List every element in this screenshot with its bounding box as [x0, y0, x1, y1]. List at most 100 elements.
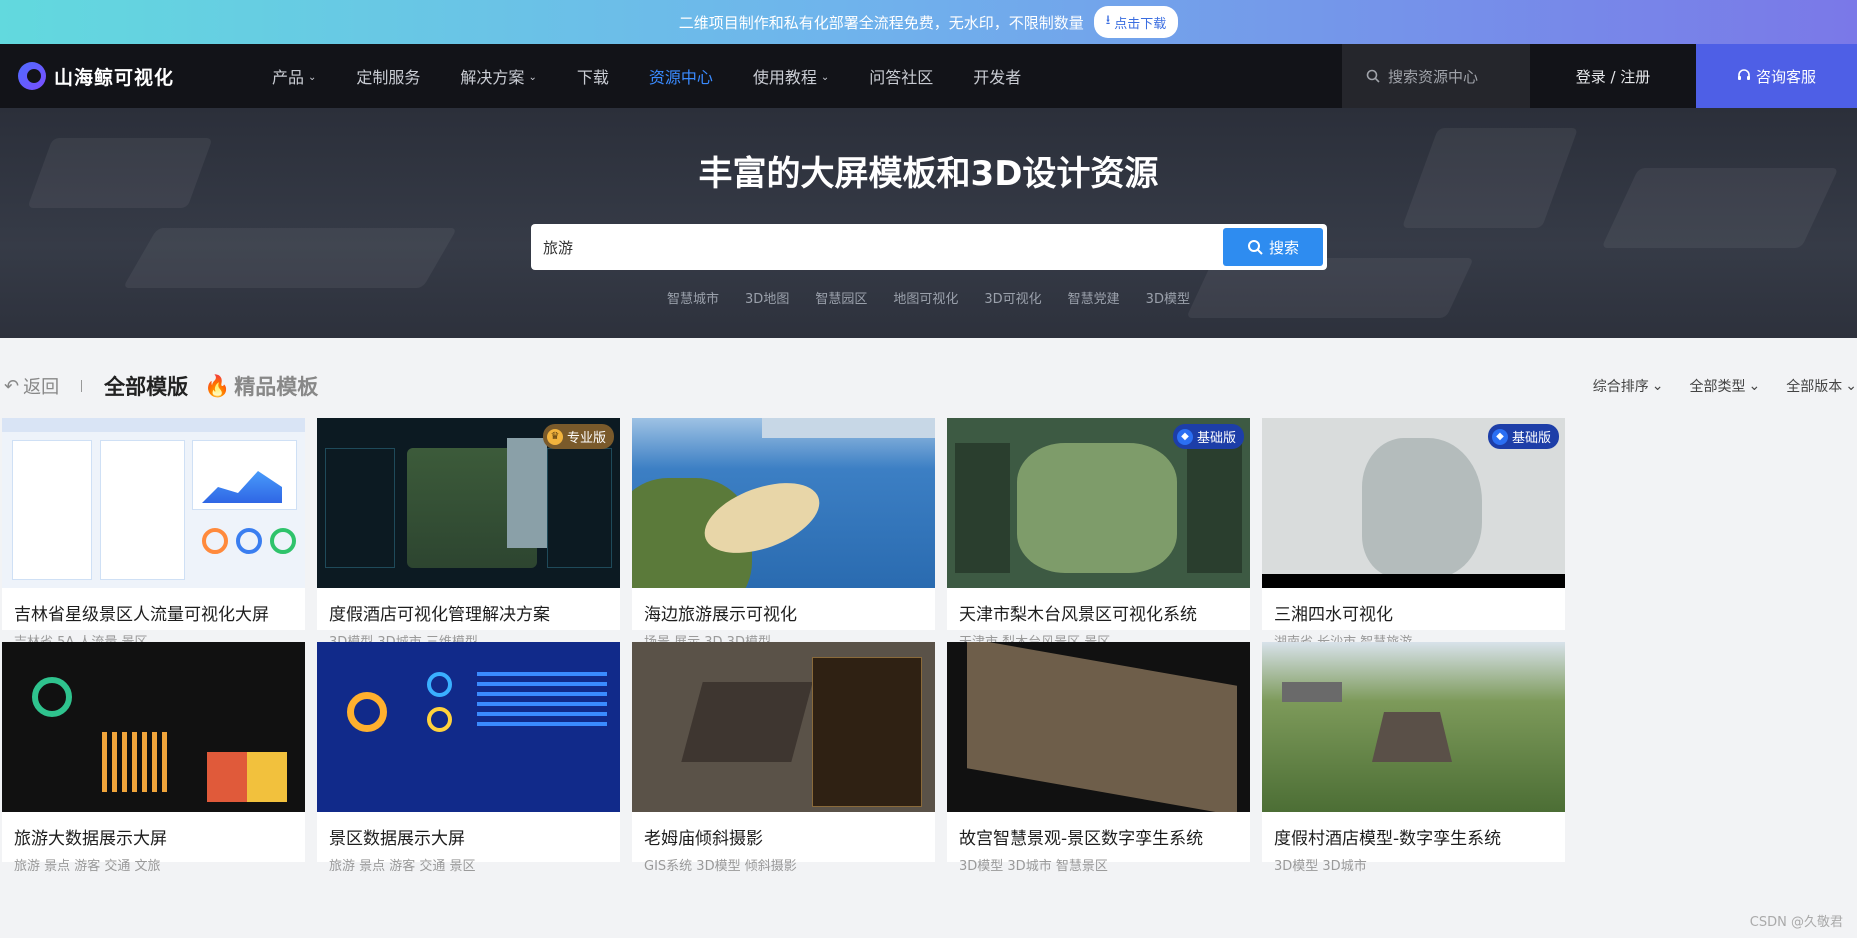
nav-item-label: 问答社区 [869, 68, 934, 87]
template-card[interactable]: 吉林省星级景区人流量可视化大屏吉林省 5A 人流量 景区 [2, 418, 305, 650]
search-icon [1247, 240, 1263, 255]
sort-dropdowns: 综合排序 ⌄ 全部类型 ⌄ 全部版本 ⌄ [1593, 376, 1857, 396]
template-card[interactable]: 故宫智慧景观-景区数字孪生系统 3D模型 3D城市 智慧景区 [947, 642, 1250, 874]
hot-tag[interactable]: 3D地图 [745, 288, 789, 307]
template-title: 度假村酒店模型-数字孪生系统 [1274, 829, 1502, 849]
template-title: 老姆庙倾斜摄影 [644, 829, 763, 849]
hot-tag[interactable]: 3D可视化 [984, 288, 1041, 307]
template-card[interactable]: 旅游大数据展示大屏旅游 景点 游客 交通 文旅 [2, 642, 305, 874]
template-card[interactable]: ◆基础版三湘四水可视化湖南省 长沙市 智慧旅游 [1262, 418, 1565, 650]
promo-text: 二维项目制作和私有化部署全流程免费，无水印，不限制数量 [678, 13, 1084, 32]
template-card[interactable]: 海边旅游展示可视化场景 展示 3D 3D模型 [632, 418, 935, 650]
headset-icon [1737, 69, 1750, 80]
chevron-down-icon: ⌄ [820, 71, 830, 83]
crown-icon: ♛ [546, 428, 563, 445]
sort-dropdown-2[interactable]: 全部版本 ⌄ [1786, 376, 1857, 396]
fire-icon: 🔥 [204, 373, 231, 398]
hot-tag[interactable]: 智慧城市 [667, 288, 719, 307]
template-tags: 旅游 景点 游客 交通 景区 [329, 859, 476, 874]
nav-item-5[interactable]: 使用教程 ⌄ [753, 64, 829, 88]
template-title: 吉林省星级景区人流量可视化大屏 [14, 605, 269, 625]
promo-banner: 二维项目制作和私有化部署全流程免费，无水印，不限制数量 ⭳ 点击下载 [0, 0, 1857, 44]
download-button-label: 点击下载 [1114, 16, 1167, 32]
template-title: 景区数据展示大屏 [329, 829, 465, 849]
main-menu: 产品 ⌄ 定制服务 解决方案 ⌄ 下载 资源中心 使用教程 ⌄ 问答社区 开发者 [272, 44, 1061, 108]
resource-search: 搜索 [531, 224, 1327, 270]
login-link[interactable]: 登录 / 注册 [1530, 44, 1696, 108]
nav-item-label: 开发者 [973, 68, 1022, 87]
template-card[interactable]: ♛专业版度假酒店可视化管理解决方案3D模型 3D城市 三维模型 [317, 418, 620, 650]
logo[interactable]: 山海鲸可视化 [18, 62, 248, 90]
version-badge: ♛ 专业版 [542, 424, 614, 449]
chevron-down-icon: ⌄ [1748, 378, 1761, 394]
nav-item-label: 下载 [576, 68, 609, 87]
sort-dropdown-label: 全部类型 [1689, 379, 1746, 395]
version-badge-label: 基础版 [1511, 431, 1551, 446]
hot-tag[interactable]: 地图可视化 [893, 288, 958, 307]
search-button[interactable]: 搜索 [1223, 228, 1323, 266]
top-nav: 山海鲸可视化 产品 ⌄ 定制服务 解决方案 ⌄ 下载 资源中心 使用教程 ⌄ 问答社区 开发者 搜索… [0, 44, 1857, 108]
template-tags: 3D模型 3D城市 智慧景区 [959, 859, 1108, 874]
hero-section: 丰富的大屏模板和3D设计资源 搜索 智慧城市 3D地图 智慧园区 地图可视化 3D可视化… [0, 108, 1857, 338]
version-badge: ◆ 基础版 [1487, 424, 1559, 449]
search-icon [1366, 69, 1380, 83]
logo-icon [18, 62, 46, 90]
hot-tag[interactable]: 智慧党建 [1068, 288, 1120, 307]
back-button[interactable]: ↶ 返回 [4, 373, 59, 399]
sort-dropdown-1[interactable]: 全部类型 ⌄ [1690, 376, 1761, 396]
template-title: 故宫智慧景观-景区数字孪生系统 [959, 829, 1204, 849]
filter-bar: ↶ 返回 全部模版 🔥 精品模板 综合排序 ⌄ 全部类型 ⌄ 全部版本 ⌄ [0, 366, 1857, 406]
version-badge-label: 基础版 [1196, 431, 1236, 446]
chevron-down-icon: ⌄ [308, 71, 317, 83]
nav-item-0[interactable]: 产品 ⌄ [272, 64, 316, 88]
chevron-down-icon: ⌄ [1845, 378, 1857, 394]
template-thumbnail [632, 642, 935, 812]
template-card[interactable]: 景区数据展示大屏旅游 景点 游客 交通 景区 [317, 642, 620, 874]
sort-dropdown-label: 综合排序 [1592, 379, 1649, 395]
template-title: 三湘四水可视化 [1274, 605, 1393, 625]
template-thumbnail [2, 418, 305, 588]
template-tags: 旅游 景点 游客 交通 文旅 [14, 859, 161, 874]
template-tags: 3D模型 3D城市 [1274, 859, 1367, 874]
hot-tag[interactable]: 智慧园区 [815, 288, 867, 307]
hot-tags: 智慧城市 3D地图 智慧园区 地图可视化 3D可视化 智慧党建 3D模型 [0, 288, 1857, 307]
nav-item-label: 资源中心 [648, 68, 713, 87]
nav-item-3[interactable]: 下载 [577, 64, 609, 88]
nav-item-6[interactable]: 问答社区 [869, 64, 933, 88]
template-thumbnail [1262, 642, 1565, 812]
tab-premium-templates[interactable]: 🔥 精品模板 [204, 371, 318, 401]
template-thumbnail [947, 642, 1250, 812]
consult-button[interactable]: 咨询客服 [1696, 44, 1857, 108]
back-label: 返回 [23, 377, 60, 398]
template-thumbnail: ◆ 基础版 [1262, 418, 1565, 588]
download-button[interactable]: ⭳ 点击下载 [1093, 6, 1179, 38]
template-card[interactable]: 度假村酒店模型-数字孪生系统 3D模型 3D城市 [1262, 642, 1565, 874]
resource-search-input[interactable] [531, 224, 1223, 270]
hero-title: 丰富的大屏模板和3D设计资源 [698, 154, 1159, 194]
divider [81, 380, 83, 392]
template-thumbnail: ♛ 专业版 [317, 418, 620, 588]
template-thumbnail [632, 418, 935, 588]
template-card[interactable]: ◆基础版天津市梨木台风景区可视化系统天津市 梨木台风景区 景区 [947, 418, 1250, 650]
hero-decoration [122, 228, 458, 288]
chevron-down-icon: ⌄ [528, 71, 537, 83]
nav-item-1[interactable]: 定制服务 [356, 64, 420, 88]
template-thumbnail: ◆ 基础版 [947, 418, 1250, 588]
nav-item-label: 解决方案 [460, 68, 525, 87]
template-title: 旅游大数据展示大屏 [14, 829, 167, 849]
sort-dropdown-0[interactable]: 综合排序 ⌄ [1593, 376, 1664, 396]
download-icon: ⭳ [1105, 13, 1111, 28]
nav-search[interactable]: 搜索资源中心 [1342, 44, 1530, 108]
diamond-icon: ◆ [1491, 428, 1508, 445]
chevron-down-icon: ⌄ [1651, 378, 1664, 394]
template-title: 度假酒店可视化管理解决方案 [329, 605, 550, 625]
nav-item-7[interactable]: 开发者 [973, 64, 1021, 88]
diamond-icon: ◆ [1176, 428, 1193, 445]
template-card[interactable]: 老姆庙倾斜摄影 GIS系统 3D模型 倾斜摄影 [632, 642, 935, 874]
nav-item-2[interactable]: 解决方案 ⌄ [460, 64, 536, 88]
tab-all-templates[interactable]: 全部模版 [104, 371, 188, 401]
template-thumbnail [317, 642, 620, 812]
version-badge-label: 专业版 [566, 431, 606, 446]
hot-tag[interactable]: 3D模型 [1146, 288, 1190, 307]
nav-item-4[interactable]: 资源中心 [649, 64, 713, 88]
